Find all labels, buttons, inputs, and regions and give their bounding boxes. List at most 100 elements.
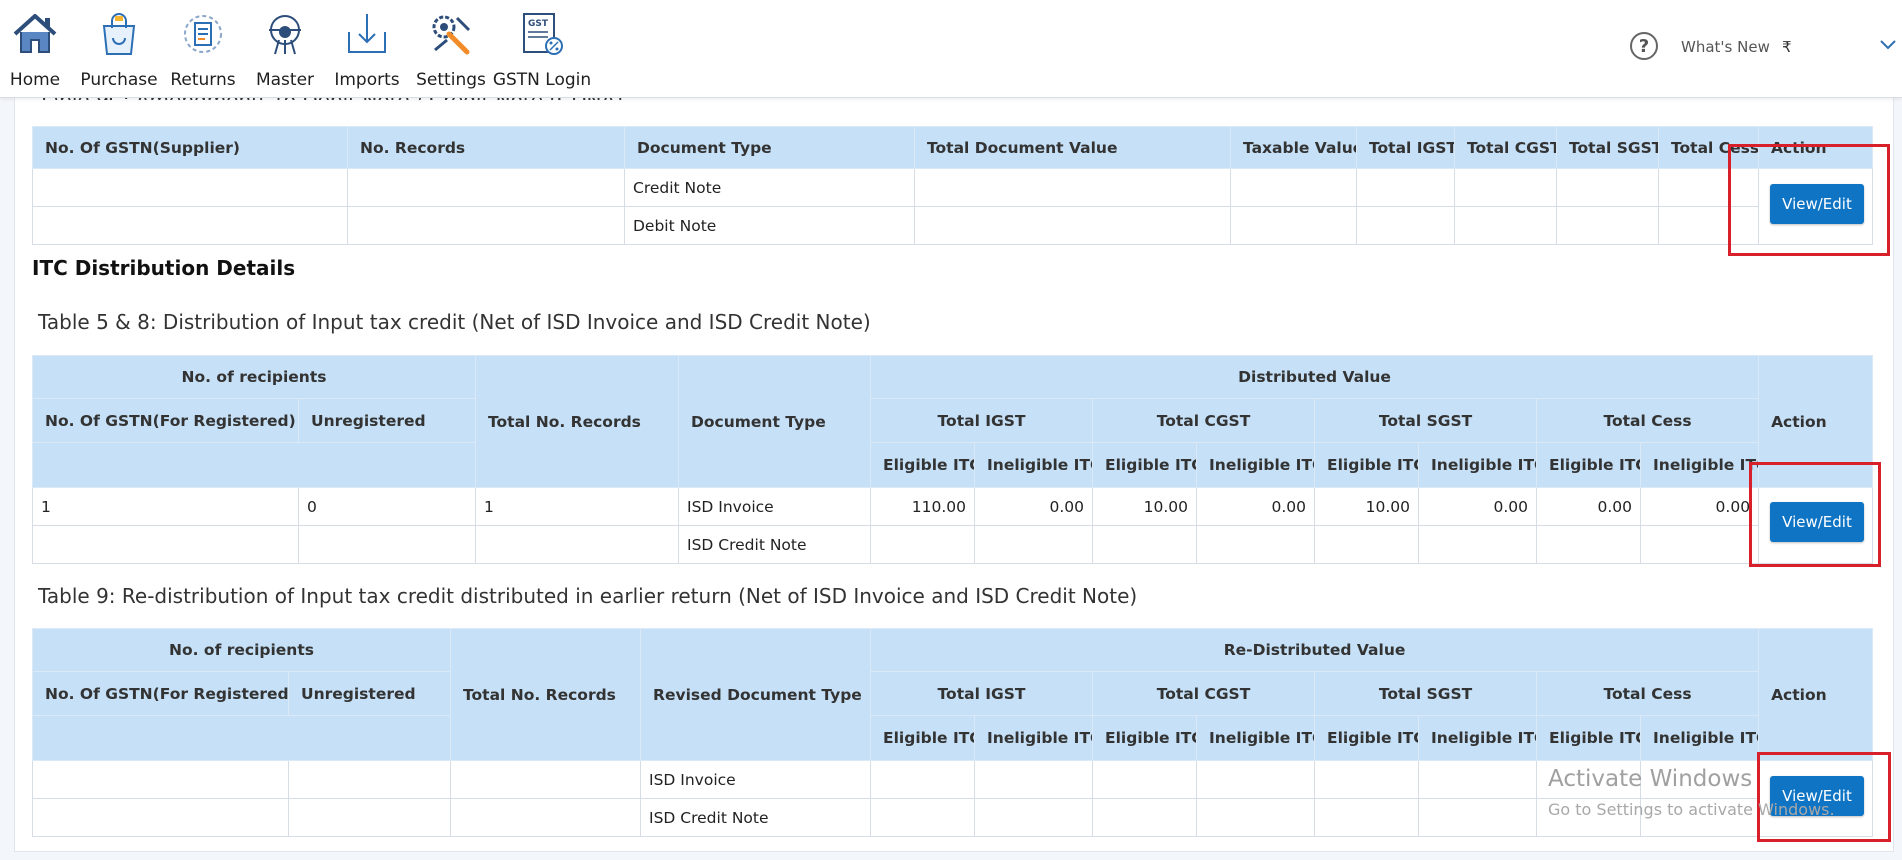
col-total-cess: Total Cess — [1536, 671, 1760, 716]
cell — [870, 525, 976, 564]
col-cgst-eligible: Eligible ITC — [1092, 442, 1198, 488]
cell: 1 — [32, 487, 299, 526]
nav-settings-label: Settings — [416, 70, 486, 90]
blank-header — [31, 715, 452, 761]
rupee-icon: ₹ — [1782, 38, 1792, 56]
nav-home[interactable]: Home — [10, 10, 60, 90]
cell — [870, 760, 976, 799]
col-total-records: Total No. Records — [475, 355, 680, 488]
group-recipients: No. of recipients — [31, 628, 452, 672]
chevron-down-icon[interactable] — [1878, 34, 1898, 54]
cdna-header-row: No. Of GSTN(Supplier) No. Records Docume… — [32, 126, 1873, 169]
cell: 0.00 — [1536, 487, 1642, 526]
nav-settings[interactable]: Settings — [416, 10, 486, 90]
cell: Debit Note — [624, 206, 915, 245]
col-cess-eligible: Eligible ITC — [1536, 442, 1642, 488]
col-sgst-ineligible: Ineligible ITC — [1418, 715, 1538, 761]
cell — [1356, 168, 1455, 207]
cell — [1658, 168, 1759, 207]
table-row: 1 0 1 ISD Invoice 110.00 0.00 10.00 0.00… — [32, 487, 1874, 564]
table-row: Credit Note — [32, 168, 1873, 245]
gst-icon: GST — [523, 13, 563, 55]
nav-purchase[interactable]: Purchase — [80, 10, 158, 90]
table58-view-edit-button[interactable]: View/Edit — [1770, 502, 1864, 542]
group-redistributed-value: Re-Distributed Value — [870, 628, 1760, 672]
col-gstn-registered: No. Of GSTN(For Registered) — [32, 398, 299, 443]
table-row: ISD Credit Note — [32, 525, 1873, 564]
col-cgst-eligible: Eligible ITC — [1092, 715, 1198, 761]
activate-windows-watermark: Activate Windows — [1548, 766, 1753, 792]
col-cess-ineligible: Ineligible ITC — [1640, 442, 1760, 488]
nav-imports[interactable]: Imports — [334, 10, 400, 90]
table9-subheader-row: No. Of GSTN(For Registered) Unregistered… — [32, 671, 1873, 716]
cell — [287, 798, 452, 837]
cell — [475, 525, 680, 564]
cell: ISD Credit Note — [640, 798, 872, 837]
nav-gstn-login[interactable]: GST GSTN Login — [493, 10, 591, 90]
col-gstn-supplier: No. Of GSTN(Supplier) — [32, 126, 348, 169]
cell — [1314, 760, 1420, 799]
col-gstn-registered: No. Of GSTN(For Registered) — [32, 671, 289, 716]
cell — [974, 798, 1094, 837]
table9-title: Table 9: Re-distribution of Input tax cr… — [38, 584, 1138, 608]
table58-title: Table 5 & 8: Distribution of Input tax c… — [38, 310, 871, 334]
col-total-cgst: Total CGST — [1454, 126, 1557, 169]
whats-new-link[interactable]: What's New — [1681, 38, 1770, 56]
cell: 0 — [297, 487, 477, 526]
cell: 10.00 — [1314, 487, 1420, 526]
cell — [1556, 206, 1659, 245]
cell: ISD Invoice — [678, 487, 872, 526]
import-icon — [348, 14, 386, 53]
nav-master[interactable]: Master — [255, 10, 315, 90]
group-recipients: No. of recipients — [31, 355, 477, 399]
table-row: Debit Note — [32, 206, 1873, 245]
col-total-igst: Total IGST — [870, 671, 1094, 716]
cell — [1418, 760, 1538, 799]
col-total-cess: Total Cess — [1658, 126, 1759, 169]
col-total-igst: Total IGST — [1356, 126, 1455, 169]
cell — [1314, 798, 1420, 837]
nav-master-label: Master — [255, 70, 315, 90]
cell — [1640, 525, 1760, 564]
cell — [1230, 206, 1357, 245]
cell — [32, 168, 348, 207]
cell: 0.00 — [1640, 487, 1760, 526]
col-cgst-ineligible: Ineligible ITC — [1196, 715, 1316, 761]
cell — [32, 206, 348, 245]
cell — [1196, 525, 1316, 564]
col-no-records: No. Records — [347, 126, 625, 169]
cell — [32, 760, 289, 799]
cell — [1230, 168, 1357, 207]
cell — [1356, 206, 1455, 245]
table9-itc-row: Eligible ITC Ineligible ITC Eligible ITC… — [31, 715, 1873, 761]
col-sgst-ineligible: Ineligible ITC — [1418, 442, 1538, 488]
cell — [287, 760, 452, 799]
col-total-sgst: Total SGST — [1314, 398, 1538, 443]
cell — [1092, 525, 1198, 564]
nav-returns-label: Returns — [170, 70, 236, 90]
col-total-records: Total No. Records — [450, 628, 642, 761]
cdna-view-edit-button[interactable]: View/Edit — [1770, 184, 1864, 224]
col-total-cgst: Total CGST — [1092, 671, 1316, 716]
cell — [347, 206, 625, 245]
help-icon[interactable]: ? — [1630, 32, 1658, 60]
cell — [1196, 798, 1316, 837]
col-action: Action — [1758, 355, 1874, 488]
nav-purchase-label: Purchase — [80, 70, 158, 90]
table58: No. of recipients Total No. Records Docu… — [31, 355, 1874, 564]
cell — [914, 206, 1231, 245]
col-igst-ineligible: Ineligible ITC — [974, 442, 1094, 488]
cell — [1092, 798, 1198, 837]
col-cgst-ineligible: Ineligible ITC — [1196, 442, 1316, 488]
cell: ISD Invoice — [640, 760, 872, 799]
cell — [32, 798, 289, 837]
settings-icon — [432, 15, 471, 55]
col-igst-ineligible: Ineligible ITC — [974, 715, 1094, 761]
home-icon — [13, 14, 57, 53]
cell — [1454, 168, 1557, 207]
col-sgst-eligible: Eligible ITC — [1314, 442, 1420, 488]
cell — [974, 525, 1094, 564]
col-total-document-value: Total Document Value — [914, 126, 1231, 169]
nav-returns[interactable]: Returns — [170, 10, 236, 90]
cell — [870, 798, 976, 837]
